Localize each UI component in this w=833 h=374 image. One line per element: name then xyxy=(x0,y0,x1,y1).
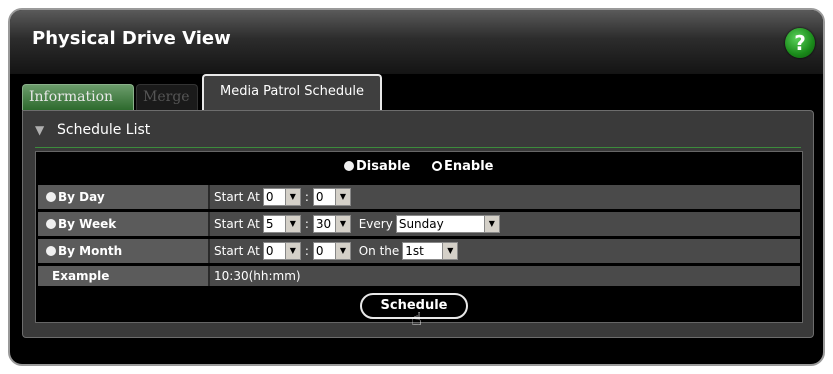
row-by-week: By Week Start At 5 ▼:30 ▼ Every Sunday ▼ xyxy=(38,212,800,236)
help-icon[interactable]: ? xyxy=(785,28,815,58)
by-week-day-value: Sunday xyxy=(398,216,444,231)
by-month-day-select[interactable]: 1st ▼ xyxy=(402,241,459,260)
chevron-down-icon: ▼ xyxy=(483,215,499,232)
row-example: Example 10:30(hh:mm) xyxy=(38,266,800,286)
enable-label: Enable xyxy=(444,159,494,174)
start-at-label: Start At xyxy=(214,190,260,204)
chevron-down-icon: ▼ xyxy=(284,215,300,232)
by-month-minute-value: 0 xyxy=(315,243,324,258)
by-day-label: By Day xyxy=(58,190,105,204)
by-week-values: Start At 5 ▼:30 ▼ Every Sunday ▼ xyxy=(214,212,500,236)
schedule-list-title: Schedule List xyxy=(57,122,151,138)
by-week-option[interactable]: By Week xyxy=(38,212,210,236)
hand-pointer-icon: ☝ xyxy=(411,309,422,330)
every-label: Every xyxy=(358,217,393,231)
by-week-day-select[interactable]: Sunday ▼ xyxy=(395,214,500,233)
disable-option[interactable]: Disable xyxy=(344,159,410,174)
on-the-label: On the xyxy=(358,244,400,258)
by-day-minute-select[interactable]: 0 ▼ xyxy=(312,187,351,206)
by-month-values: Start At 0 ▼:0 ▼ On the 1st ▼ xyxy=(214,239,459,263)
time-separator: : xyxy=(304,217,309,231)
time-separator: : xyxy=(304,190,309,204)
disable-radio[interactable] xyxy=(344,161,354,171)
chevron-down-icon: ▼ xyxy=(334,215,350,232)
by-month-minute-select[interactable]: 0 ▼ xyxy=(312,241,351,260)
row-by-month: By Month Start At 0 ▼:0 ▼ On the 1st ▼ xyxy=(38,239,800,263)
by-week-hour-select[interactable]: 5 ▼ xyxy=(262,214,301,233)
by-week-minute-value: 30 xyxy=(315,216,332,231)
by-day-hour-value: 0 xyxy=(265,189,274,204)
chevron-down-icon: ▼ xyxy=(334,242,350,259)
by-day-hour-select[interactable]: 0 ▼ xyxy=(262,187,301,206)
tab-media-patrol-schedule[interactable]: Media Patrol Schedule xyxy=(202,74,382,112)
schedule-list-header[interactable]: ▼ Schedule List xyxy=(35,119,801,148)
time-separator: : xyxy=(304,244,309,258)
example-label: Example xyxy=(38,266,210,286)
schedule-list-box: Disable Enable By Day Start At 0 ▼:0 ▼ By W… xyxy=(35,151,803,330)
schedule-button[interactable]: Schedule ☝ xyxy=(360,293,468,330)
page-title: Physical Drive View xyxy=(32,28,231,49)
row-by-day: By Day Start At 0 ▼:0 ▼ xyxy=(38,185,800,209)
by-week-label: By Week xyxy=(58,217,117,231)
by-day-minute-value: 0 xyxy=(315,189,324,204)
by-month-day-value: 1st xyxy=(405,243,424,258)
by-month-option[interactable]: By Month xyxy=(38,239,210,263)
chevron-down-icon: ▼ xyxy=(35,123,45,137)
by-month-label: By Month xyxy=(58,244,123,258)
enable-option[interactable]: Enable xyxy=(432,159,494,174)
chevron-down-icon: ▼ xyxy=(334,188,350,205)
by-week-radio[interactable] xyxy=(46,219,56,229)
chevron-down-icon: ▼ xyxy=(284,242,300,259)
by-day-radio[interactable] xyxy=(46,192,56,202)
start-at-label: Start At xyxy=(214,244,260,258)
tab-panel: ▼ Schedule List Disable Enable By Day St… xyxy=(22,110,814,338)
window-header: Physical Drive View ? xyxy=(10,10,823,74)
example-value: 10:30(hh:mm) xyxy=(214,269,301,283)
enable-radio[interactable] xyxy=(432,161,442,171)
tab-merge[interactable]: Merge xyxy=(136,84,198,110)
enable-options: Disable Enable xyxy=(38,156,800,180)
by-week-hour-value: 5 xyxy=(265,216,274,231)
by-week-minute-select[interactable]: 30 ▼ xyxy=(312,214,351,233)
chevron-down-icon: ▼ xyxy=(284,188,300,205)
by-day-option[interactable]: By Day xyxy=(38,185,210,209)
by-month-radio[interactable] xyxy=(46,246,56,256)
tab-information[interactable]: Information xyxy=(22,84,134,110)
disable-label: Disable xyxy=(356,159,411,174)
start-at-label: Start At xyxy=(214,217,260,231)
by-month-hour-select[interactable]: 0 ▼ xyxy=(262,241,301,260)
physical-drive-view-window: Physical Drive View ? Information Merge … xyxy=(8,8,825,366)
chevron-down-icon: ▼ xyxy=(442,242,458,259)
by-day-values: Start At 0 ▼:0 ▼ xyxy=(214,185,351,209)
by-month-hour-value: 0 xyxy=(265,243,274,258)
